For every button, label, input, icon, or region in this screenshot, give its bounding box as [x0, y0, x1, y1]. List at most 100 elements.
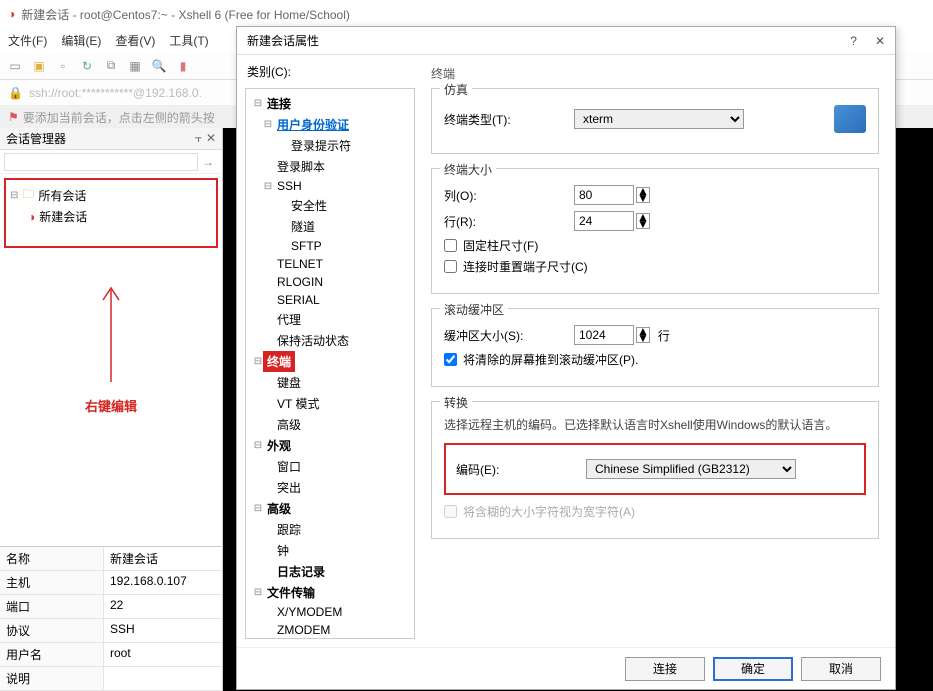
tree-item[interactable]: ⊟SSH	[246, 177, 414, 195]
spin-down-icon[interactable]: ▼	[637, 221, 649, 228]
expand-icon[interactable]: ⊟	[10, 190, 18, 201]
tree-item[interactable]: ⊟外观	[246, 435, 414, 456]
tree-item[interactable]: ZMODEM	[246, 621, 414, 639]
encoding-select[interactable]: Chinese Simplified (GB2312)	[586, 459, 796, 479]
panel-title: 会话管理器	[6, 130, 66, 147]
tree-item-label: 用户身份验证	[274, 115, 352, 134]
tree-item[interactable]: 代理	[246, 309, 414, 330]
tree-item[interactable]: ⊟连接	[246, 93, 414, 114]
session-manager-panel: 会话管理器 ⫟ ✕ → ⊟ 🗀 所有会话 ◑ 新建会话 右键编辑	[0, 128, 223, 691]
window-titlebar: ◑ 新建会话 - root@Centos7:~ - Xshell 6 (Free…	[0, 0, 933, 28]
tree-root[interactable]: ⊟ 🗀 所有会话	[10, 184, 212, 207]
tree-item[interactable]: X/YMODEM	[246, 603, 414, 621]
category-tree[interactable]: ⊟连接⊟用户身份验证登录提示符登录脚本⊟SSH安全性隧道SFTPTELNETRL…	[245, 88, 415, 639]
tree-item[interactable]: 跟踪	[246, 519, 414, 540]
terminal-settings-icon[interactable]	[834, 105, 866, 133]
app-logo-icon: ◑	[8, 7, 15, 21]
address-text[interactable]: ssh://root:***********@192.168.0.	[29, 86, 202, 100]
open-icon[interactable]: ▣	[30, 57, 48, 75]
session-search-input[interactable]	[4, 153, 198, 171]
tree-item-label: SFTP	[288, 238, 325, 254]
tree-item[interactable]: 窗口	[246, 456, 414, 477]
search-icon[interactable]: 🔍	[150, 57, 168, 75]
convert-fieldset: 转换 选择远程主机的编码。已选择默认语言时Xshell使用Windows的默认语…	[431, 401, 879, 539]
menu-edit[interactable]: 编辑(E)	[61, 32, 101, 49]
cancel-button[interactable]: 取消	[801, 657, 881, 681]
menu-file[interactable]: 文件(F)	[8, 32, 47, 49]
tree-item[interactable]: ⊟终端	[246, 351, 414, 372]
tree-toggle-icon[interactable]: ⊟	[262, 119, 274, 130]
spin-down-icon[interactable]: ▼	[637, 335, 649, 342]
menu-tools[interactable]: 工具(T)	[169, 32, 208, 49]
tree-toggle-icon[interactable]: ⊟	[252, 503, 264, 514]
cols-input[interactable]	[574, 185, 634, 205]
tree-item-label: 代理	[274, 310, 304, 329]
tree-toggle-icon[interactable]: ⊟	[252, 587, 264, 598]
tree-item[interactable]: 登录提示符	[246, 135, 414, 156]
session-tree: ⊟ 🗀 所有会话 ◑ 新建会话	[4, 178, 218, 248]
tree-item-label: 高级	[274, 415, 304, 434]
tree-item-label: ZMODEM	[274, 622, 333, 638]
tree-item-label: 保持活动状态	[274, 331, 352, 350]
connect-button[interactable]: 连接	[625, 657, 705, 681]
tree-item[interactable]: SFTP	[246, 237, 414, 255]
tree-item[interactable]: 高级	[246, 414, 414, 435]
refresh-icon[interactable]: ↻	[78, 57, 96, 75]
fixed-col-checkbox[interactable]	[444, 239, 457, 252]
dialog-close-icon[interactable]: ✕	[875, 34, 885, 48]
tree-item-label: 高级	[264, 499, 294, 518]
panel-icon[interactable]: ▮	[174, 57, 192, 75]
paste-icon[interactable]: ▦	[126, 57, 144, 75]
push-cleared-checkbox[interactable]	[444, 353, 457, 366]
legend: 终端大小	[440, 161, 496, 178]
tree-item[interactable]: ⊟用户身份验证	[246, 114, 414, 135]
reset-size-checkbox[interactable]	[444, 260, 457, 273]
push-cleared-label: 将清除的屏幕推到滚动缓冲区(P).	[463, 351, 638, 368]
pin-icon[interactable]: ⫟	[195, 131, 202, 146]
page-title: 终端	[431, 65, 879, 82]
table-row: 用户名root	[0, 643, 222, 667]
tree-item[interactable]: RLOGIN	[246, 273, 414, 291]
ok-button[interactable]: 确定	[713, 657, 793, 681]
close-icon[interactable]: ✕	[206, 131, 216, 146]
tree-item-label: 日志记录	[274, 562, 328, 581]
table-row: 名称新建会话	[0, 547, 222, 571]
session-icon: ◑	[28, 210, 35, 224]
tree-item[interactable]: VT 模式	[246, 393, 414, 414]
tree-item[interactable]: 日志记录	[246, 561, 414, 582]
tree-toggle-icon[interactable]: ⊟	[252, 356, 264, 367]
tree-item[interactable]: ⊟高级	[246, 498, 414, 519]
buffer-input[interactable]	[574, 325, 634, 345]
tree-item-label: 文件传输	[264, 583, 318, 602]
tree-item[interactable]: ⊟文件传输	[246, 582, 414, 603]
help-icon[interactable]: ?	[850, 34, 857, 48]
tree-item[interactable]: 键盘	[246, 372, 414, 393]
prop-value: root	[104, 643, 222, 666]
spin-down-icon[interactable]: ▼	[637, 195, 649, 202]
tree-item[interactable]: 突出	[246, 477, 414, 498]
tree-toggle-icon[interactable]: ⊟	[252, 98, 264, 109]
tree-session-item[interactable]: ◑ 新建会话	[28, 207, 212, 226]
tree-item[interactable]: 钟	[246, 540, 414, 561]
menu-view[interactable]: 查看(V)	[115, 32, 155, 49]
tree-item[interactable]: 隧道	[246, 216, 414, 237]
tree-item[interactable]: SERIAL	[246, 291, 414, 309]
new-icon[interactable]: ▭	[6, 57, 24, 75]
term-type-select[interactable]: xterm	[574, 109, 744, 129]
tree-item[interactable]: 登录脚本	[246, 156, 414, 177]
convert-desc: 选择远程主机的编码。已选择默认语言时Xshell使用Windows的默认语言。	[444, 416, 866, 433]
save-icon[interactable]: ▫	[54, 57, 72, 75]
tree-item[interactable]: TELNET	[246, 255, 414, 273]
search-go-icon[interactable]: →	[198, 155, 218, 169]
prop-value: SSH	[104, 619, 222, 642]
dialog-content: 终端 仿真 终端类型(T): xterm 终端大小 列(O): ▲▼	[415, 55, 895, 647]
tree-toggle-icon[interactable]: ⊟	[252, 440, 264, 451]
rows-input[interactable]	[574, 211, 634, 231]
tree-item-label: 窗口	[274, 457, 304, 476]
prop-value: 新建会话	[104, 547, 222, 570]
tree-item[interactable]: 保持活动状态	[246, 330, 414, 351]
copy-icon[interactable]: ⧉	[102, 57, 120, 75]
prop-label: 协议	[0, 619, 104, 642]
tree-item[interactable]: 安全性	[246, 195, 414, 216]
tree-toggle-icon[interactable]: ⊟	[262, 181, 274, 192]
